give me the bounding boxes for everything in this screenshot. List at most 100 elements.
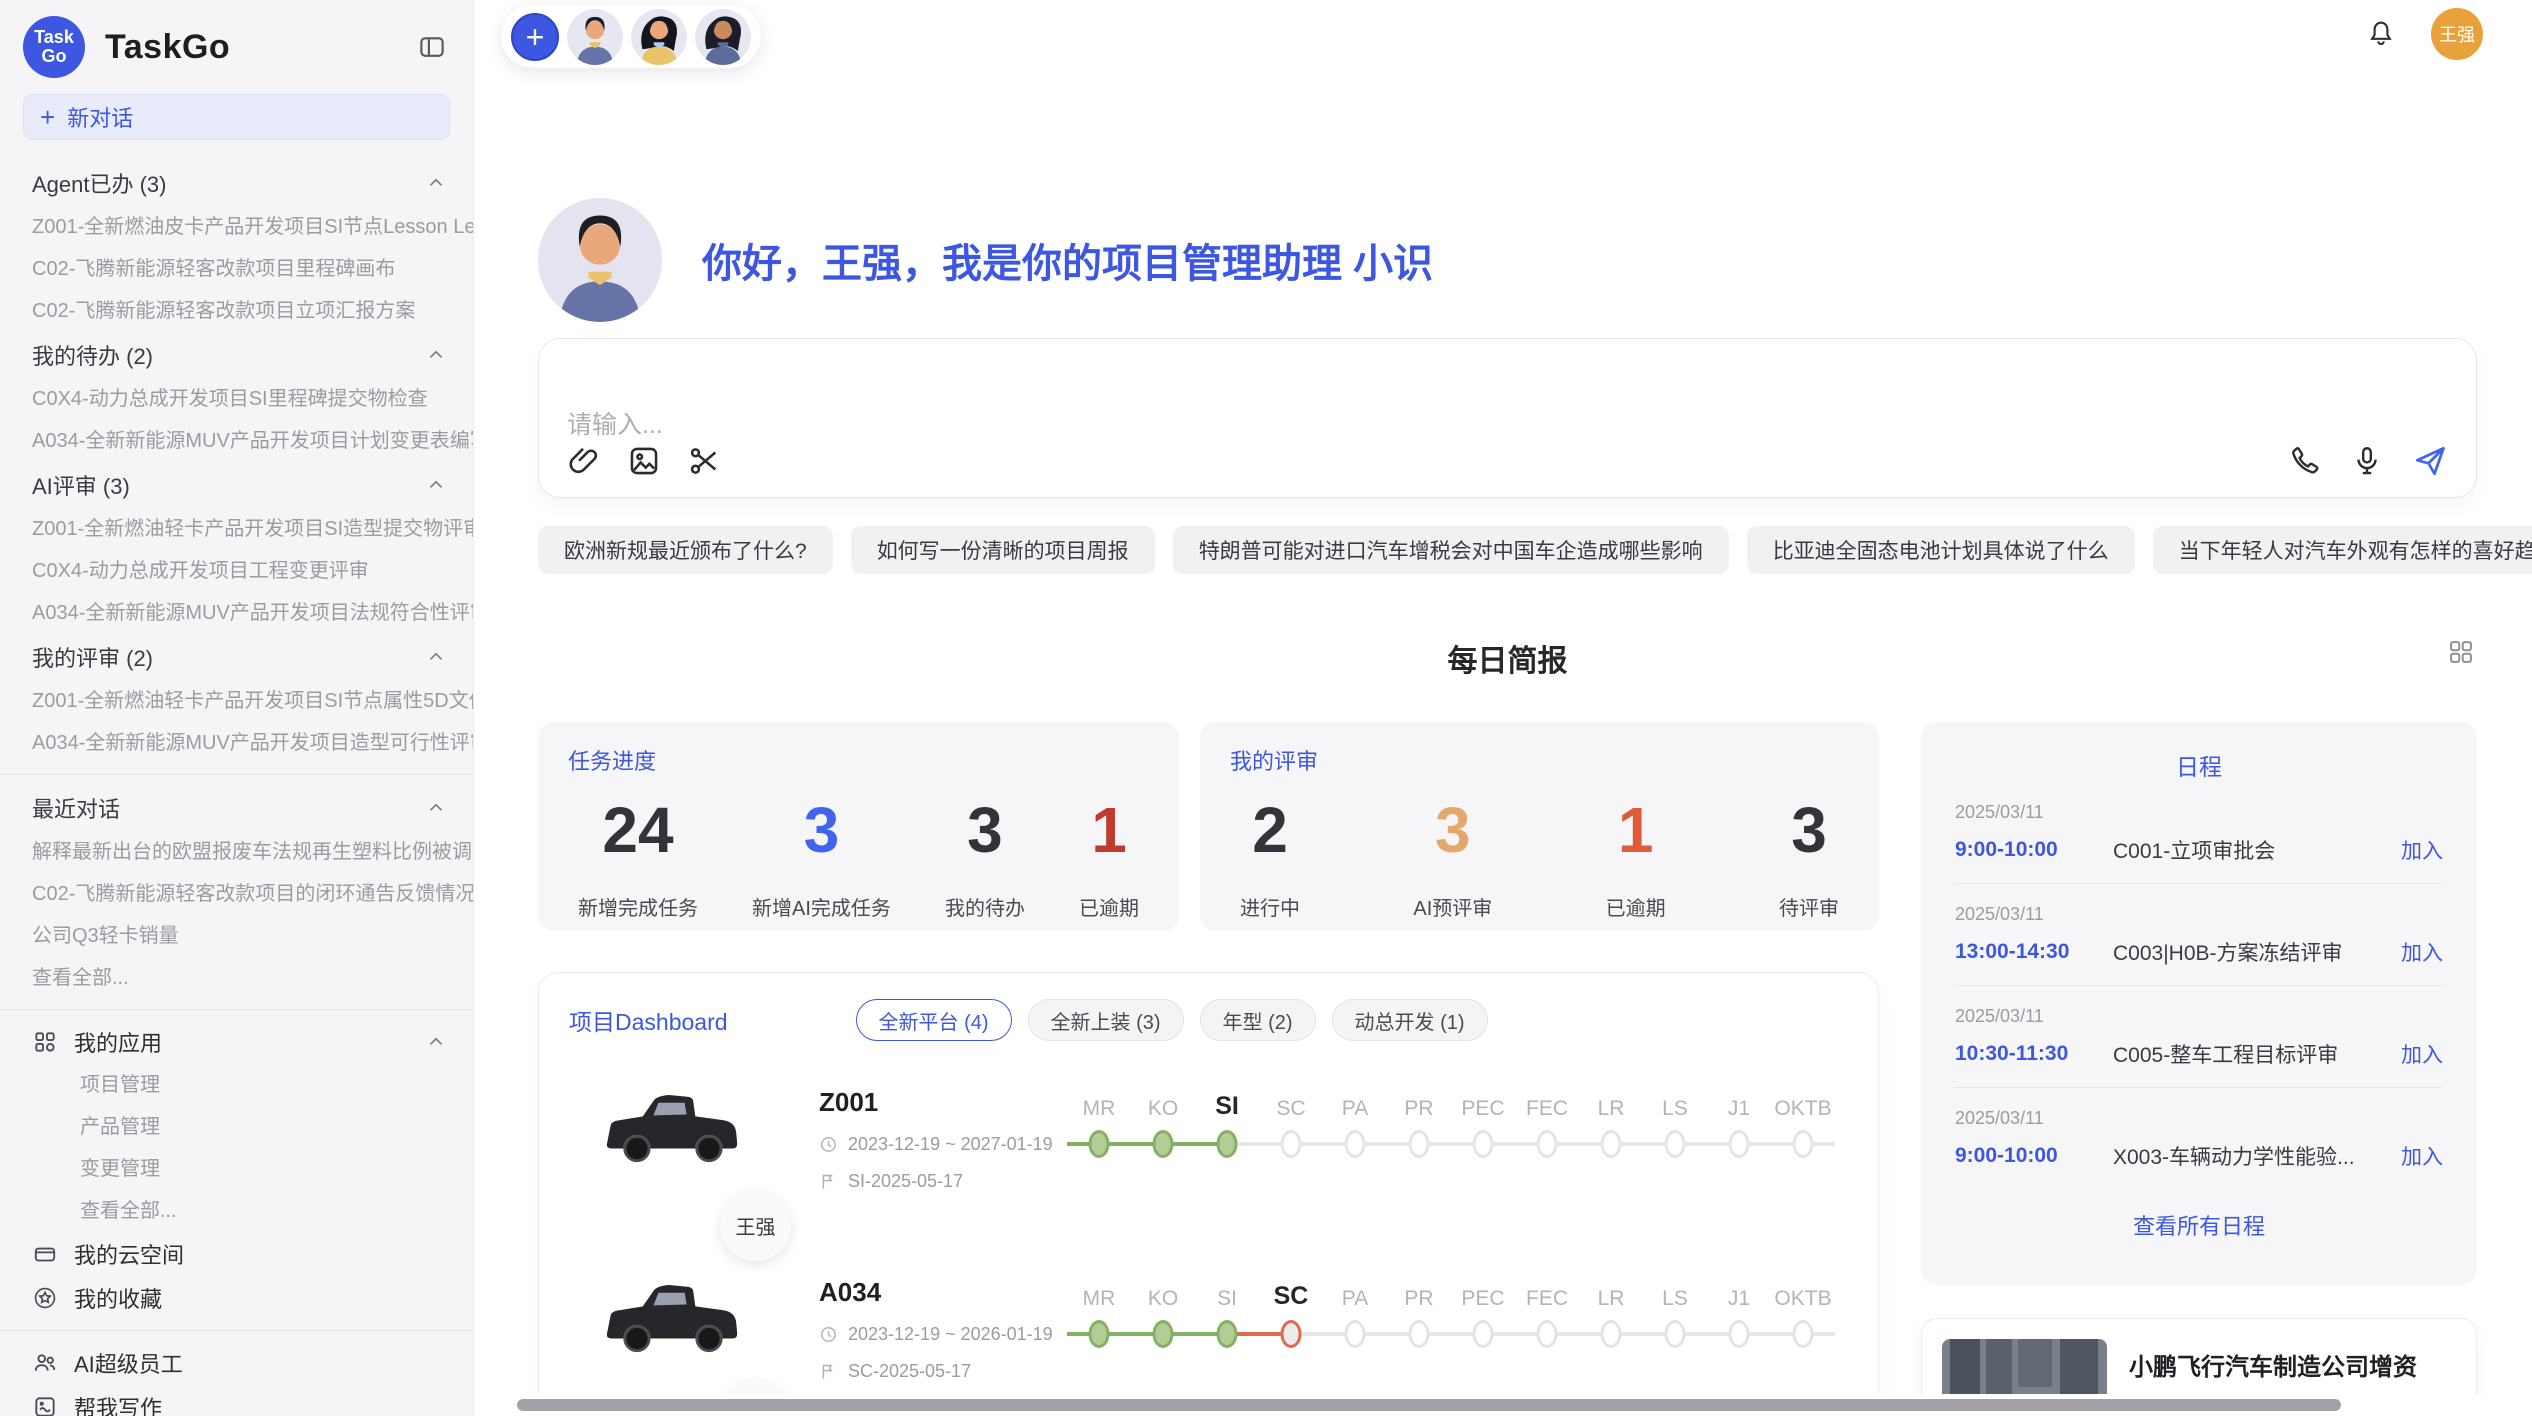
app-sub-item[interactable]: 项目管理 bbox=[0, 1064, 473, 1106]
add-conversation-button[interactable]: + bbox=[511, 13, 559, 61]
suggestion-chip[interactable]: 特朗普可能对进口汽车增税会对中国车企造成哪些影响 bbox=[1173, 526, 1729, 574]
dashboard-filter-tab[interactable]: 动总开发 (1) bbox=[1332, 999, 1488, 1041]
app-sub-item[interactable]: 产品管理 bbox=[0, 1106, 473, 1148]
chat-input-card[interactable]: 请输入... bbox=[538, 338, 2477, 498]
stat-value: 3 bbox=[804, 794, 840, 866]
sidebar-link-cloud-space-icon[interactable]: 我的云空间 bbox=[0, 1232, 473, 1276]
sidebar-link-favorites-star-icon[interactable]: 我的收藏 bbox=[0, 1276, 473, 1320]
milestone-node bbox=[1665, 1130, 1686, 1158]
chevron-up-icon bbox=[425, 646, 447, 668]
milestone-label: PR bbox=[1404, 1083, 1433, 1121]
stat-label: 已逾期 bbox=[1606, 892, 1666, 921]
section-header[interactable]: 我的评审 (2) bbox=[0, 634, 473, 680]
horizontal-scrollbar-thumb[interactable] bbox=[517, 1399, 2341, 1411]
voice-call-icon[interactable] bbox=[2288, 444, 2322, 478]
event-date: 2025/03/11 bbox=[1955, 802, 2443, 823]
project-date-range: 2023-12-19 ~ 2027-01-19 bbox=[819, 1134, 1059, 1155]
sidebar-collapse-icon[interactable] bbox=[417, 32, 447, 62]
section-header[interactable]: AI评审 (3) bbox=[0, 462, 473, 508]
sidebar-task-item[interactable]: Z001-全新燃油皮卡产品开发项目SI节点Lesson Learn报告 bbox=[0, 206, 473, 248]
section-header[interactable]: 我的待办 (2) bbox=[0, 332, 473, 378]
section-header[interactable]: Agent已办 (3) bbox=[0, 160, 473, 206]
image-upload-icon[interactable] bbox=[627, 444, 661, 478]
milestone-node bbox=[1473, 1320, 1494, 1348]
event-join-link[interactable]: 加入 bbox=[2401, 1039, 2443, 1069]
suggestion-chip[interactable]: 欧洲新规最近颁布了什么? bbox=[538, 526, 833, 574]
sidebar-task-item[interactable]: C0X4-动力总成开发项目SI里程碑提交物检查 bbox=[0, 378, 473, 420]
schedule-event: 2025/03/119:00-10:00C001-立项审批会加入 bbox=[1955, 782, 2443, 884]
milestone-node bbox=[1729, 1130, 1750, 1158]
chat-input-placeholder[interactable]: 请输入... bbox=[567, 405, 2448, 441]
notification-bell-icon[interactable] bbox=[2365, 18, 2397, 50]
sidebar-task-item[interactable]: C02-飞腾新能源轻客改款项目立项汇报方案 bbox=[0, 290, 473, 332]
sidebar-task-item[interactable]: A034-全新新能源MUV产品开发项目计划变更表编写 bbox=[0, 420, 473, 462]
milestone-label: MR bbox=[1083, 1083, 1116, 1121]
event-join-link[interactable]: 加入 bbox=[2401, 835, 2443, 865]
send-icon[interactable] bbox=[2412, 443, 2448, 479]
sidebar-task-item[interactable]: Z001-全新燃油轻卡产品开发项目SI造型提交物评审 bbox=[0, 508, 473, 550]
milestone-node-row bbox=[1131, 1127, 1195, 1161]
cloud-space-icon bbox=[32, 1241, 58, 1267]
flag-icon bbox=[819, 1362, 838, 1381]
divider bbox=[0, 1009, 473, 1010]
stat-value: 3 bbox=[967, 794, 1003, 866]
sidebar-task-item[interactable]: A034-全新新能源MUV产品开发项目造型可行性评审 bbox=[0, 722, 473, 764]
attachment-icon[interactable] bbox=[567, 444, 601, 478]
project-date-range: 2023-12-19 ~ 2026-01-19 bbox=[819, 1324, 1059, 1345]
screenshot-scissors-icon[interactable] bbox=[687, 444, 721, 478]
milestone-label: MR bbox=[1083, 1273, 1116, 1311]
ai-staff-icon bbox=[32, 1350, 58, 1376]
dashboard-filter-tab[interactable]: 全新上装 (3) bbox=[1028, 999, 1184, 1041]
clock-icon bbox=[819, 1325, 838, 1344]
milestone-label: FEC bbox=[1526, 1083, 1568, 1121]
stat-value: 2 bbox=[1252, 794, 1288, 866]
app-sub-item[interactable]: 查看全部... bbox=[0, 1190, 473, 1232]
view-all-schedule-link[interactable]: 查看所有日程 bbox=[1955, 1209, 2443, 1241]
recent-chats-header[interactable]: 最近对话 bbox=[0, 785, 473, 831]
briefing-layout-icon[interactable] bbox=[2447, 638, 2475, 666]
sidebar-task-item[interactable]: C02-飞腾新能源轻客改款项目里程碑画布 bbox=[0, 248, 473, 290]
milestone-node-row bbox=[1771, 1127, 1835, 1161]
suggestion-chip[interactable]: 如何写一份清晰的项目周报 bbox=[851, 526, 1155, 574]
sidebar-tools: AI超级员工帮我写作创意制图 bbox=[0, 1341, 473, 1416]
recent-chat-item[interactable]: 解释最新出台的欧盟报废车法规再生塑料比例被调至15%... bbox=[0, 831, 473, 873]
sidebar-task-item[interactable]: C0X4-动力总成开发项目工程变更评审 bbox=[0, 550, 473, 592]
microphone-icon[interactable] bbox=[2350, 444, 2384, 478]
member-avatar[interactable] bbox=[631, 9, 687, 65]
recent-chat-item[interactable]: 公司Q3轻卡销量 bbox=[0, 915, 473, 957]
event-join-link[interactable]: 加入 bbox=[2401, 937, 2443, 967]
member-avatar[interactable] bbox=[567, 9, 623, 65]
project-flag-milestone: SC-2025-05-17 bbox=[819, 1361, 1059, 1382]
schedule-card: 日程 2025/03/119:00-10:00C001-立项审批会加入2025/… bbox=[1921, 722, 2477, 1285]
stat-item: 1已逾期 bbox=[1079, 794, 1139, 921]
project-row[interactable]: 王强Z0012023-12-19 ~ 2027-01-19SI-2025-05-… bbox=[569, 1081, 1848, 1231]
sidebar-task-item[interactable]: Z001-全新燃油轻卡产品开发项目SI节点属性5D文件评审 bbox=[0, 680, 473, 722]
dashboard-filter-tab[interactable]: 全新平台 (4) bbox=[856, 999, 1012, 1041]
app-sub-item[interactable]: 变更管理 bbox=[0, 1148, 473, 1190]
sidebar-tool-ai-staff-icon[interactable]: AI超级员工 bbox=[0, 1341, 473, 1385]
suggestion-chip[interactable]: 当下年轻人对汽车外观有怎样的喜好趋势 bbox=[2153, 526, 2532, 574]
sidebar-tool-writing-icon[interactable]: 帮我写作 bbox=[0, 1385, 473, 1416]
stat-card: 任务进度24新增完成任务3新增AI完成任务3我的待办1已逾期 bbox=[538, 722, 1179, 931]
event-join-link[interactable]: 加入 bbox=[2401, 1141, 2443, 1171]
logo-line2: Go bbox=[42, 47, 67, 66]
milestone-label: LR bbox=[1598, 1273, 1625, 1311]
milestone: SI bbox=[1195, 1083, 1259, 1231]
dashboard-filter-tab[interactable]: 年型 (2) bbox=[1200, 999, 1316, 1041]
recent-chat-item[interactable]: 查看全部... bbox=[0, 957, 473, 999]
milestone: PR bbox=[1387, 1083, 1451, 1231]
suggestion-chip[interactable]: 比亚迪全固态电池计划具体说了什么 bbox=[1747, 526, 2135, 574]
sidebar-apps: 我的应用项目管理产品管理变更管理查看全部... bbox=[0, 1020, 473, 1232]
new-chat-button[interactable]: + 新对话 bbox=[23, 94, 450, 140]
milestone-node-row bbox=[1771, 1317, 1835, 1351]
stat-value: 3 bbox=[1791, 794, 1827, 866]
suggestion-chips: 欧洲新规最近颁布了什么? 如何写一份清晰的项目周报特朗普可能对进口汽车增税会对中国… bbox=[538, 526, 2477, 574]
schedule-list: 2025/03/119:00-10:00C001-立项审批会加入2025/03/… bbox=[1955, 782, 2443, 1189]
member-avatar[interactable] bbox=[695, 9, 751, 65]
recent-chat-item[interactable]: C02-飞腾新能源轻客改款项目的闭环通告反馈情况 bbox=[0, 873, 473, 915]
sidebar-task-item[interactable]: A034-全新新能源MUV产品开发项目法规符合性评审 bbox=[0, 592, 473, 634]
stat-card-title: 我的评审 bbox=[1230, 744, 1849, 776]
my-apps-header[interactable]: 我的应用 bbox=[0, 1020, 473, 1064]
event-time: 9:00-10:00 bbox=[1955, 838, 2113, 862]
user-avatar[interactable]: 王强 bbox=[2431, 8, 2483, 60]
